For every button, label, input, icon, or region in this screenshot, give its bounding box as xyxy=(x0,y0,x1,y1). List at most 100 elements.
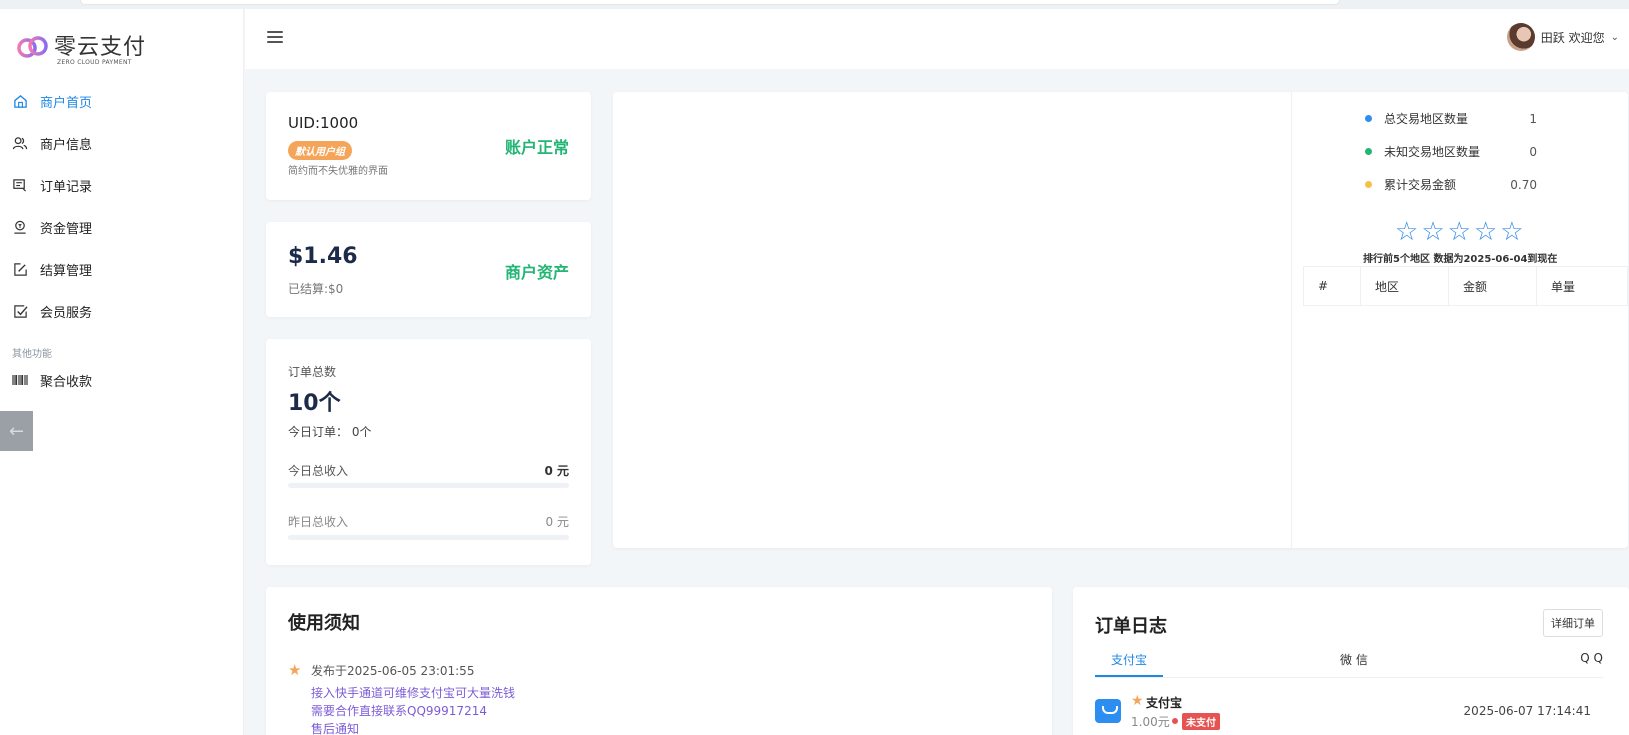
ranking-table-header: # 地区 金额 单量 xyxy=(1303,266,1628,306)
map-area xyxy=(613,92,1291,548)
stat-unknown-regions: 未知交易地区数量 0 xyxy=(1365,143,1565,160)
user-group-badge: 默认用户组 xyxy=(288,141,352,160)
sidebar-item-aggregate-payment[interactable]: 聚合收款 xyxy=(12,368,232,392)
stat-value: 0.70 xyxy=(1510,177,1537,192)
sidebar-item-label: 订单记录 xyxy=(40,179,93,195)
log-payment-name: 支付宝 xyxy=(1146,696,1183,710)
today-orders: 今日订单： 0个 xyxy=(288,425,372,439)
yesterday-income-row: 昨日总收入 0 元 xyxy=(288,513,569,530)
account-status: 账户正常 xyxy=(504,138,569,157)
balance-amount: $1.46 xyxy=(288,244,358,269)
chevron-down-icon: ⌄ xyxy=(1610,31,1619,43)
edit-icon xyxy=(12,261,28,277)
top-header: 田跃 欢迎您 ⌄ xyxy=(245,9,1629,69)
star-outline-icon: ☆ xyxy=(1395,217,1419,247)
notice-card: 使用须知 ★ 发布于2025-06-05 23:01:55 接入快手通道可维修支… xyxy=(266,587,1052,735)
column-header: # xyxy=(1304,267,1361,305)
star-icon: ★ xyxy=(1131,693,1144,709)
status-dot xyxy=(1365,148,1372,155)
orders-card: 订单总数 10个 今日订单： 0个 今日总收入 0 元 昨日总收入 0 元 xyxy=(266,339,591,565)
stat-total-regions: 总交易地区数量 1 xyxy=(1365,110,1565,127)
user-greeting: 田跃 欢迎您 xyxy=(1540,30,1605,45)
payment-tabs: 支付宝 微 信 Q Q xyxy=(1095,645,1603,678)
tab-qq[interactable]: Q Q xyxy=(1580,651,1603,665)
yesterday-income-value: 0 元 xyxy=(545,515,569,529)
divider xyxy=(1291,92,1292,548)
avatar xyxy=(1506,23,1535,51)
star-outline-icon: ☆ xyxy=(1500,217,1524,247)
cloud-logo-icon xyxy=(17,36,48,58)
brand-logo[interactable]: 零云支付 ZERO CLOUD PAYMENT xyxy=(16,25,216,69)
rating-stars: ☆ ☆ ☆ ☆ ☆ xyxy=(1395,219,1527,245)
home-icon xyxy=(12,93,28,109)
star-outline-icon: ☆ xyxy=(1473,217,1498,247)
account-card: UID:1000 默认用户组 简约而不失优雅的界面 账户正常 xyxy=(266,92,591,200)
log-amount: 1.00元 xyxy=(1131,715,1170,729)
settled-amount: 已结算:$0 xyxy=(288,282,344,296)
sidebar-item-label: 聚合收款 xyxy=(40,374,93,390)
orders-total: 10个 xyxy=(288,391,341,416)
sidebar-item-label: 会员服务 xyxy=(40,305,93,321)
star-icon: ★ xyxy=(288,661,302,679)
yesterday-income-label: 昨日总收入 xyxy=(288,515,349,529)
merchant-uid: UID:1000 xyxy=(288,114,359,132)
column-header: 金额 xyxy=(1449,267,1537,305)
sidebar-item-settlement[interactable]: 结算管理 xyxy=(12,257,232,281)
stat-label: 累计交易金额 xyxy=(1384,178,1457,192)
stat-value: 0 xyxy=(1529,144,1537,159)
notice-line: 需要合作直接联系QQ99917214 xyxy=(311,704,487,718)
sidebar-item-orders[interactable]: 订单记录 xyxy=(12,173,232,197)
notice-line: 售后通知 xyxy=(311,722,360,735)
brand-title: 零云支付 xyxy=(54,35,147,60)
detail-orders-button[interactable]: 详细订单 xyxy=(1543,609,1603,637)
sidebar-item-home[interactable]: 商户首页 xyxy=(12,89,232,113)
status-dot xyxy=(1172,718,1178,724)
wallet-icon xyxy=(12,219,28,235)
star-outline-icon: ☆ xyxy=(1447,217,1471,247)
today-income-value: 0 元 xyxy=(544,464,569,478)
stat-label: 未知交易地区数量 xyxy=(1384,145,1481,159)
arrow-left-icon: ← xyxy=(8,420,25,442)
notice-date: 发布于2025-06-05 23:01:55 xyxy=(311,664,475,678)
tab-alipay[interactable]: 支付宝 xyxy=(1111,651,1147,668)
today-income-progress xyxy=(288,483,569,488)
sidebar: 零云支付 ZERO CLOUD PAYMENT 商户首页 商户信息 订单记录 资… xyxy=(0,9,244,735)
log-time: 2025-06-07 17:14:41 xyxy=(1463,704,1591,718)
sidebar-item-label: 商户首页 xyxy=(40,95,93,111)
orders-total-label: 订单总数 xyxy=(288,365,337,379)
account-slogan: 简约而不失优雅的界面 xyxy=(288,166,388,177)
sidebar-item-membership[interactable]: 会员服务 xyxy=(12,299,232,323)
stat-value: 1 xyxy=(1529,111,1537,126)
column-header: 地区 xyxy=(1361,267,1449,305)
order-log-title: 订单日志 xyxy=(1095,616,1167,637)
column-header: 单量 xyxy=(1551,279,1576,294)
status-dot xyxy=(1365,115,1372,122)
stat-total-amount: 累计交易金额 0.70 xyxy=(1365,176,1565,193)
collapse-sidebar-button[interactable]: ← xyxy=(0,411,33,451)
user-menu[interactable]: 田跃 欢迎您 ⌄ xyxy=(1506,23,1619,51)
yesterday-income-progress xyxy=(288,535,569,540)
notice-line: 接入快手通道可维修支付宝可大量洗钱 xyxy=(311,686,516,700)
barcode-icon xyxy=(12,372,28,388)
status-dot xyxy=(1365,181,1372,188)
notice-title: 使用须知 xyxy=(288,613,360,634)
sidebar-item-label: 资金管理 xyxy=(40,221,93,237)
sidebar-section-label: 其他功能 xyxy=(12,349,52,360)
shopping-bag-icon xyxy=(1095,699,1121,723)
checkbox-icon xyxy=(12,303,28,319)
sidebar-item-merchant-info[interactable]: 商户信息 xyxy=(12,131,232,155)
order-log-card: 订单日志 详细订单 支付宝 微 信 Q Q ★ 支付宝 1.00元 未支付 20… xyxy=(1073,587,1629,735)
today-income-label: 今日总收入 xyxy=(288,464,349,478)
sidebar-item-label: 商户信息 xyxy=(40,137,93,153)
sidebar-item-funds[interactable]: 资金管理 xyxy=(12,215,232,239)
address-bar-edge xyxy=(80,0,1340,5)
menu-toggle-icon[interactable] xyxy=(267,31,283,43)
browser-top-strip xyxy=(0,0,1629,9)
star-outline-icon: ☆ xyxy=(1421,217,1445,247)
today-income-row: 今日总收入 0 元 xyxy=(288,462,569,479)
brand-subtitle: ZERO CLOUD PAYMENT xyxy=(57,59,132,66)
assets-label: 商户资产 xyxy=(504,263,569,282)
status-badge: 未支付 xyxy=(1182,713,1220,730)
receipt-icon xyxy=(12,177,28,193)
tab-wechat[interactable]: 微 信 xyxy=(1340,651,1368,668)
